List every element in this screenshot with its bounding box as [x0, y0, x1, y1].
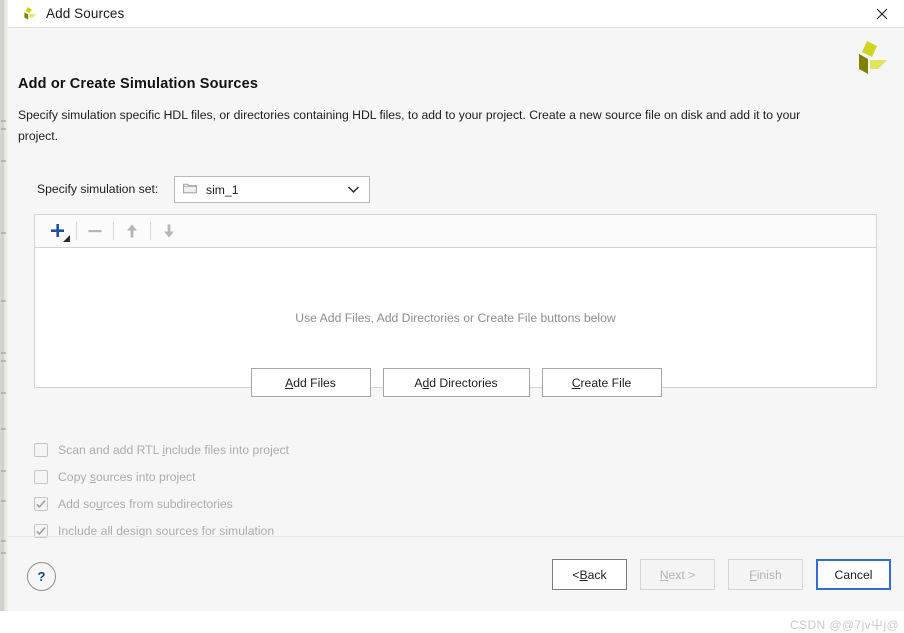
check-icon — [36, 526, 46, 535]
header-block: Add or Create Simulation Sources Specify… — [8, 28, 904, 143]
toolbar-separator — [113, 222, 114, 240]
xilinx-logo-icon — [852, 40, 888, 80]
add-files-button[interactable]: Add Files — [250, 368, 371, 397]
option-label-add-sources-subdirs: Add sources from subdirectories — [58, 496, 233, 511]
source-options: Scan and add RTL include files into proj… — [34, 436, 594, 544]
finish-button[interactable]: Finish — [728, 559, 803, 590]
wizard-navigation: < Back Next > Finish Cancel — [552, 559, 891, 590]
window-title: Add Sources — [46, 6, 125, 21]
move-down-button[interactable] — [154, 218, 184, 244]
toolbar-separator — [150, 222, 151, 240]
watermark: CSDN @@7jv屮j@ — [790, 618, 900, 632]
toolbar-separator — [76, 222, 77, 240]
add-files-mnemonic: A — [285, 375, 294, 390]
dialog-body: Add or Create Simulation Sources Specify… — [8, 28, 904, 632]
empty-list-message: Use Add Files, Add Directories or Create… — [295, 310, 616, 325]
create-file-mnemonic: C — [571, 375, 581, 390]
source-file-list-panel: Use Add Files, Add Directories or Create… — [34, 214, 877, 388]
title-bar: Add Sources — [8, 0, 904, 28]
add-directories-mnemonic: d — [422, 375, 430, 390]
option-scan-rtl-include[interactable]: Scan and add RTL include files into proj… — [34, 436, 594, 463]
back-button[interactable]: < Back — [552, 559, 627, 590]
close-icon[interactable] — [860, 0, 904, 28]
chevron-down-icon — [347, 177, 360, 202]
add-directories-label-pre: A — [414, 375, 423, 390]
footer-divider — [8, 536, 904, 537]
option-label-copy-sources: Copy sources into project — [58, 469, 196, 484]
add-directories-button[interactable]: Add Directories — [382, 368, 530, 397]
create-file-label-post: reate File — [580, 375, 632, 390]
source-list-toolbar — [34, 214, 877, 248]
background-app-sliver — [0, 0, 8, 611]
option-add-sources-subdirs[interactable]: Add sources from subdirectories — [34, 490, 594, 517]
checkbox-add-sources-subdirs[interactable] — [34, 496, 48, 511]
next-button[interactable]: Next > — [640, 559, 715, 590]
add-directories-label-post: d Directories — [429, 375, 498, 390]
option-label-scan-rtl-include: Scan and add RTL include files into proj… — [58, 442, 290, 457]
page-title: Add or Create Simulation Sources — [18, 76, 259, 92]
check-icon — [36, 499, 46, 508]
create-file-button[interactable]: Create File — [541, 368, 662, 397]
option-include-design-sources[interactable]: Include all design sources for simulatio… — [34, 517, 594, 544]
folder-icon — [183, 182, 197, 197]
cancel-button[interactable]: Cancel — [816, 559, 891, 590]
help-button[interactable]: ? — [27, 562, 56, 591]
checkbox-copy-sources[interactable] — [34, 469, 48, 484]
page-description: Specify simulation specific HDL files, o… — [18, 108, 801, 143]
simulation-set-label: Specify simulation set: — [37, 182, 159, 196]
checkbox-scan-rtl-include[interactable] — [34, 442, 48, 457]
simulation-set-dropdown[interactable]: sim_1 — [174, 176, 370, 203]
add-sources-dialog: Add Sources Add or Create Simulation Sou… — [0, 0, 904, 632]
source-list-area[interactable]: Use Add Files, Add Directories or Create… — [34, 248, 877, 388]
simulation-set-row: Specify simulation set: sim_1 — [8, 176, 904, 206]
move-up-button[interactable] — [117, 218, 147, 244]
add-files-label-post: dd Files — [293, 375, 336, 390]
source-action-buttons: Add Files Add Directories Create File — [8, 368, 904, 398]
add-source-button[interactable] — [43, 218, 73, 244]
simulation-set-value: sim_1 — [206, 182, 239, 197]
option-copy-sources[interactable]: Copy sources into project — [34, 463, 594, 490]
remove-source-button[interactable] — [80, 218, 110, 244]
vivado-logo-icon — [21, 6, 39, 22]
